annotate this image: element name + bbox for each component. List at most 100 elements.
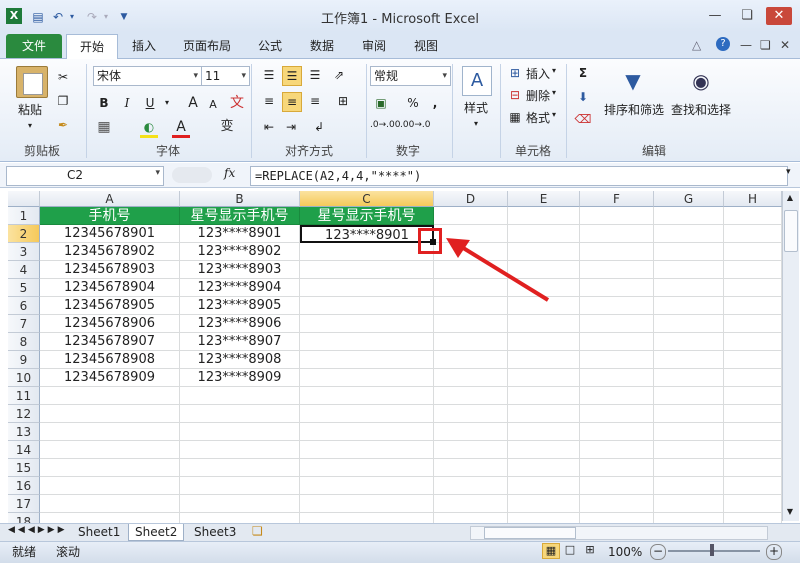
empty-cell[interactable] — [300, 387, 434, 405]
data-cell[interactable]: 12345678904 — [40, 279, 180, 297]
empty-cell[interactable] — [724, 333, 782, 351]
empty-cell[interactable] — [654, 261, 724, 279]
align-middle-icon[interactable]: ☰ — [282, 66, 302, 86]
orientation-icon[interactable]: ⇗ — [330, 66, 348, 84]
empty-cell[interactable] — [654, 333, 724, 351]
format-dropdown-icon[interactable]: ▾ — [552, 110, 556, 119]
column-header[interactable]: C — [300, 191, 434, 207]
empty-cell[interactable] — [580, 351, 654, 369]
data-cell[interactable] — [300, 297, 434, 315]
empty-cell[interactable] — [724, 297, 782, 315]
empty-cell[interactable] — [724, 351, 782, 369]
empty-cell[interactable] — [180, 459, 300, 477]
empty-cell[interactable] — [724, 477, 782, 495]
tab-review[interactable]: 审阅 — [354, 34, 394, 58]
row-header[interactable]: 2 — [8, 225, 40, 243]
data-cell[interactable]: 123****8903 — [180, 261, 300, 279]
empty-cell[interactable] — [40, 441, 180, 459]
row-header[interactable]: 4 — [8, 261, 40, 279]
empty-cell[interactable] — [724, 405, 782, 423]
empty-cell[interactable] — [580, 495, 654, 513]
empty-cell[interactable] — [724, 387, 782, 405]
empty-cell[interactable] — [40, 423, 180, 441]
data-cell[interactable]: 123****8907 — [180, 333, 300, 351]
insert-cells-button[interactable]: 插入 — [526, 65, 550, 82]
row-header[interactable]: 1 — [8, 207, 40, 225]
empty-cell[interactable] — [580, 261, 654, 279]
empty-cell[interactable] — [40, 405, 180, 423]
empty-cell[interactable] — [300, 423, 434, 441]
copy-icon[interactable]: ❐ — [54, 92, 72, 110]
underline-dropdown-icon[interactable]: ▾ — [158, 94, 176, 112]
active-cell-c2[interactable]: 123****8901 — [300, 225, 434, 243]
find-select-button[interactable]: 查找和选择 — [668, 102, 734, 118]
tab-data[interactable]: 数据 — [302, 34, 342, 58]
insert-cells-icon[interactable]: ⊞ — [506, 64, 524, 82]
grow-font-button[interactable]: A — [184, 94, 202, 112]
empty-cell[interactable] — [434, 369, 508, 387]
data-cell[interactable]: 123****8906 — [180, 315, 300, 333]
sheet-tab-2[interactable]: Sheet2 — [128, 524, 185, 541]
select-all-corner[interactable] — [8, 191, 40, 207]
data-cell[interactable] — [300, 333, 434, 351]
empty-cell[interactable] — [654, 315, 724, 333]
empty-cell[interactable] — [40, 495, 180, 513]
increase-decimal-button[interactable]: .0→.00 — [370, 120, 400, 130]
italic-button[interactable]: I — [118, 94, 136, 112]
decrease-decimal-button[interactable]: .00→.0 — [400, 120, 430, 130]
row-header[interactable]: 15 — [8, 459, 40, 477]
tab-view[interactable]: 视图 — [406, 34, 446, 58]
number-format-select[interactable]: 常规 ▾ — [370, 66, 451, 86]
empty-cell[interactable] — [508, 207, 580, 225]
row-header[interactable]: 7 — [8, 315, 40, 333]
name-box[interactable]: C2 ▾ — [6, 166, 164, 186]
formula-input[interactable]: =REPLACE(A2,4,4,"****") — [250, 166, 788, 186]
empty-cell[interactable] — [580, 459, 654, 477]
format-cells-button[interactable]: 格式 — [526, 109, 550, 126]
data-cell[interactable]: 12345678905 — [40, 297, 180, 315]
row-header[interactable]: 14 — [8, 441, 40, 459]
cut-icon[interactable]: ✂ — [54, 68, 72, 86]
ws-minimize-icon[interactable]: — — [740, 38, 752, 52]
zoom-slider[interactable] — [668, 550, 760, 552]
empty-cell[interactable] — [654, 207, 724, 225]
empty-cell[interactable] — [180, 387, 300, 405]
empty-cell[interactable] — [434, 333, 508, 351]
empty-cell[interactable] — [580, 297, 654, 315]
empty-cell[interactable] — [580, 279, 654, 297]
normal-view-icon[interactable]: ▦ — [542, 543, 560, 559]
zoom-out-icon[interactable]: − — [650, 544, 666, 560]
styles-button[interactable]: 样式 — [456, 100, 496, 116]
data-cell[interactable]: 12345678909 — [40, 369, 180, 387]
empty-cell[interactable] — [434, 423, 508, 441]
empty-cell[interactable] — [724, 243, 782, 261]
insert-dropdown-icon[interactable]: ▾ — [552, 66, 556, 75]
empty-cell[interactable] — [508, 333, 580, 351]
scroll-down-icon[interactable]: ▼ — [784, 507, 796, 519]
data-cell[interactable]: 12345678902 — [40, 243, 180, 261]
data-cell[interactable] — [300, 243, 434, 261]
row-header[interactable]: 5 — [8, 279, 40, 297]
empty-cell[interactable] — [724, 225, 782, 243]
empty-cell[interactable] — [654, 279, 724, 297]
paste-dropdown-icon[interactable]: ▾ — [22, 118, 38, 134]
empty-cell[interactable] — [508, 351, 580, 369]
accounting-icon[interactable]: ▣ — [372, 94, 390, 112]
empty-cell[interactable] — [580, 387, 654, 405]
empty-cell[interactable] — [580, 315, 654, 333]
empty-cell[interactable] — [434, 441, 508, 459]
sheet-nav-icon[interactable]: ◀◀◀▶▶▶ — [8, 525, 68, 535]
data-cell[interactable] — [300, 369, 434, 387]
zoom-in-icon[interactable]: + — [766, 544, 782, 560]
wrap-text-icon[interactable]: ↲ — [310, 118, 328, 136]
empty-cell[interactable] — [180, 423, 300, 441]
row-header[interactable]: 13 — [8, 423, 40, 441]
empty-cell[interactable] — [654, 351, 724, 369]
data-cell[interactable] — [300, 351, 434, 369]
align-left-icon[interactable]: ≡ — [260, 92, 278, 110]
empty-cell[interactable] — [580, 369, 654, 387]
empty-cell[interactable] — [580, 207, 654, 225]
comma-button[interactable]: , — [426, 94, 444, 112]
empty-cell[interactable] — [654, 225, 724, 243]
data-cell[interactable]: 12345678901 — [40, 225, 180, 243]
